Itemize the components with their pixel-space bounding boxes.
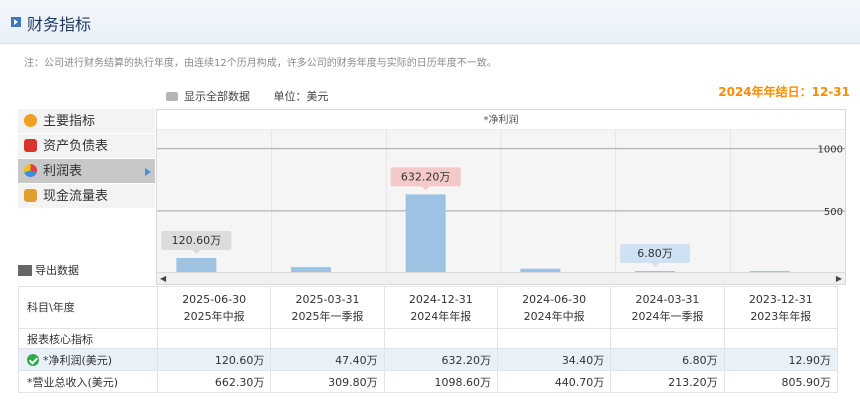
table-cell: 632.20万	[383, 348, 498, 371]
table-corner: 科目\年度	[18, 286, 158, 329]
money-icon	[24, 189, 37, 202]
section-header: 财务指标	[0, 0, 860, 44]
scroll-right-icon[interactable]: ▶	[836, 274, 842, 283]
y-tick-label: 1000	[818, 145, 843, 156]
column-header: 2024-06-30 2024年中报	[496, 286, 612, 329]
sun-icon	[24, 114, 37, 127]
table-cell: 34.40万	[496, 348, 612, 371]
check-icon	[27, 353, 39, 366]
table-header-row: 科目\年度 2025-06-30 2025年中报 2025-03-31 2025年一…	[18, 286, 839, 329]
active-arrow-icon	[145, 168, 151, 176]
table-cell: 12.90万	[723, 348, 839, 371]
fiscal-year-end: 2024年年结日：12-31	[718, 85, 850, 99]
scroll-left-icon[interactable]: ◀	[160, 274, 166, 283]
show-all-label: 显示全部数据	[184, 90, 250, 103]
table-cell: 47.40万	[270, 348, 385, 371]
chart-toolbar: 显示全部数据 单位：美元	[166, 88, 329, 104]
financial-table: 科目\年度 2025-06-30 2025年中报 2025-03-31 2025年一…	[18, 286, 839, 393]
table-cell: 6.80万	[610, 348, 725, 371]
table-cell: 309.80万	[270, 370, 385, 393]
chart-svg: *净利润 500 1000 120.60万 632.20万 6.80万	[157, 110, 845, 273]
chart-scrollbar[interactable]: ◀ ▶	[156, 272, 846, 285]
table-cell: 440.70万	[496, 370, 612, 393]
column-header: 2024-03-31 2024年一季报	[610, 286, 725, 329]
nav-item-label: 资产负债表	[43, 139, 109, 154]
bar-2025-06-30	[176, 258, 217, 273]
export-button[interactable]: 导出数据	[18, 262, 79, 278]
comment-icon	[166, 92, 178, 101]
row-label[interactable]: *净利润(美元)	[18, 348, 158, 371]
fiscal-note: 注：公司进行财务结算的执行年度，由连续12个历月构成，许多公司的财务年度与实际的…	[24, 58, 497, 69]
row-label[interactable]: *营业总收入(美元)	[18, 370, 158, 393]
table-row[interactable]: *营业总收入(美元) 662.30万 309.80万 1098.60万 440.…	[18, 370, 839, 393]
export-label: 导出数据	[35, 264, 79, 277]
data-label: 120.60万	[172, 234, 222, 247]
net-profit-chart: *净利润 500 1000 120.60万 632.20万 6.80万	[156, 109, 846, 273]
section-marker-icon	[11, 17, 21, 27]
y-tick-label: 500	[824, 207, 843, 218]
nav-item-label: 主要指标	[43, 114, 96, 129]
table-cell: 213.20万	[610, 370, 725, 393]
pie-icon	[24, 164, 37, 177]
nav-item-label: 现金流量表	[43, 189, 109, 204]
table-cell: 120.60万	[156, 348, 272, 371]
table-cell: 662.30万	[156, 370, 272, 393]
nav-item-main-indicators[interactable]: 主要指标	[18, 109, 155, 134]
section-row: 报表核心指标	[18, 328, 839, 349]
chart-title: *净利润	[484, 113, 519, 126]
export-icon	[18, 265, 32, 276]
sheet-icon	[24, 139, 37, 152]
column-header: 2025-03-31 2025年一季报	[270, 286, 385, 329]
column-header: 2024-12-31 2024年年报	[383, 286, 498, 329]
bar-2024-12-31	[405, 194, 446, 273]
section-label: 报表核心指标	[18, 328, 158, 349]
nav-item-income-statement[interactable]: 利润表	[18, 159, 155, 184]
table-cell: 805.90万	[723, 370, 839, 393]
section-title: 财务指标	[27, 15, 92, 34]
table-cell: 1098.60万	[383, 370, 498, 393]
column-header: 2023-12-31 2023年年报	[723, 286, 839, 329]
statement-nav: 主要指标 资产负债表 利润表 现金流量表	[18, 109, 155, 209]
show-all-toggle[interactable]: 显示全部数据	[166, 90, 250, 103]
data-label: 632.20万	[401, 170, 451, 183]
unit-label: 单位：美元	[273, 90, 329, 103]
data-label: 6.80万	[637, 247, 673, 260]
nav-item-label: 利润表	[43, 164, 83, 179]
table-row[interactable]: *净利润(美元) 120.60万 47.40万 632.20万 34.40万 6…	[18, 348, 839, 371]
nav-item-balance-sheet[interactable]: 资产负债表	[18, 134, 155, 159]
nav-item-cash-flow[interactable]: 现金流量表	[18, 184, 155, 209]
column-header: 2025-06-30 2025年中报	[156, 286, 272, 329]
